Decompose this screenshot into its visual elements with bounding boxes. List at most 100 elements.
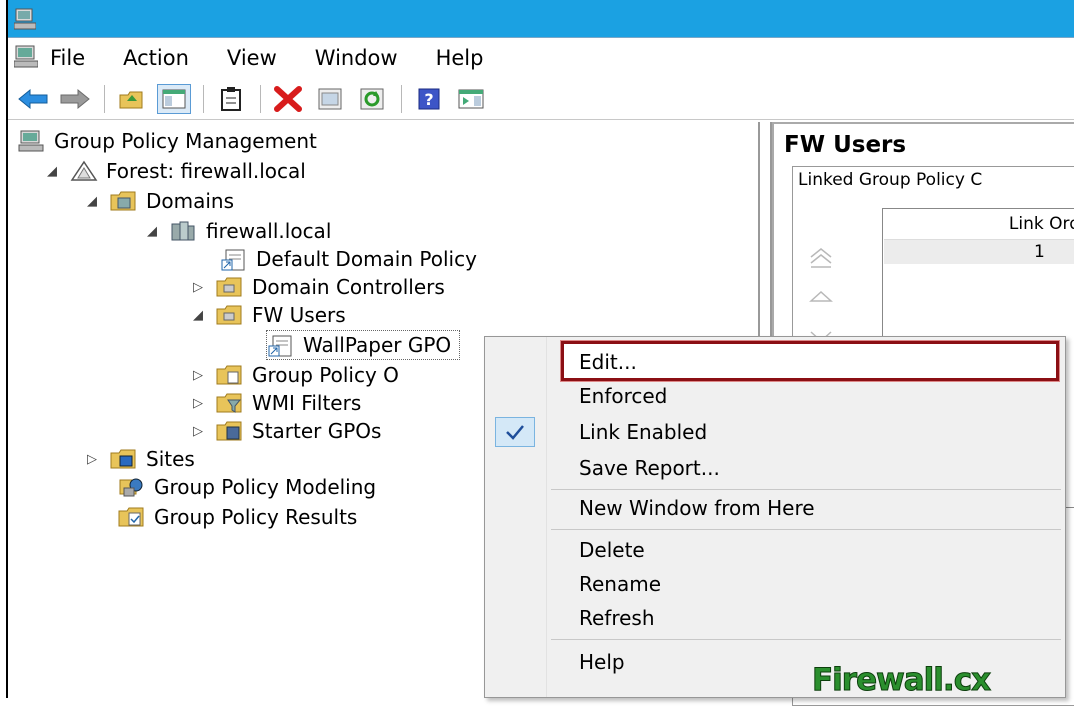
menu-item-delete[interactable]: Delete (485, 533, 1065, 567)
collapse-arrow-icon[interactable]: ◢ (144, 223, 160, 239)
menu-bar: File Action View Window Help (8, 38, 1074, 78)
watermark-logo: Firewall.cx (811, 662, 991, 699)
menu-separator (551, 639, 1061, 640)
menu-separator (551, 529, 1061, 530)
expand-arrow-icon[interactable]: ▷ (190, 423, 206, 439)
tree-label: Group Policy Results (154, 505, 358, 529)
gpm-app-icon (13, 7, 37, 35)
tree-item-wmi-filters[interactable]: ▷ WMI Filters (190, 388, 361, 418)
tree-label: FW Users (252, 303, 346, 327)
ou-folder-icon (216, 276, 242, 298)
toolbar-separator (401, 84, 402, 113)
menu-file[interactable]: File (50, 46, 85, 70)
help-icon[interactable]: ? (412, 84, 446, 114)
menu-item-label: New Window from Here (579, 496, 815, 520)
domains-folder-icon (110, 190, 136, 212)
collapse-arrow-icon[interactable]: ◢ (44, 163, 60, 179)
move-top-icon[interactable] (806, 246, 836, 270)
tree-label: WallPaper GPO (303, 333, 452, 357)
menu-window[interactable]: Window (315, 46, 398, 70)
menu-item-rename[interactable]: Rename (485, 567, 1065, 601)
tree-label: Forest: firewall.local (106, 159, 306, 183)
menu-item-label: Edit... (579, 350, 637, 374)
expand-arrow-icon[interactable]: ▷ (190, 279, 206, 295)
table-row[interactable]: 1 (884, 240, 1074, 264)
modeling-icon (118, 476, 144, 498)
results-icon (118, 506, 144, 528)
gpo-link-icon (220, 248, 246, 271)
tree-item-results[interactable]: Group Policy Results (118, 502, 357, 532)
tree-item-wallpaper-gpo[interactable]: WallPaper GPO (266, 330, 461, 360)
tree-item-domains[interactable]: ◢ Domains (84, 186, 234, 216)
collapse-arrow-icon[interactable]: ◢ (84, 193, 100, 209)
expand-arrow-icon[interactable]: ▷ (190, 367, 206, 383)
refresh-icon[interactable] (355, 84, 389, 114)
menu-item-label: Delete (579, 538, 645, 562)
collapse-arrow-icon[interactable]: ◢ (190, 307, 206, 323)
menu-item-edit[interactable]: Edit... (485, 345, 1065, 379)
tab-linked-gpos[interactable]: Linked Group Policy C (798, 170, 982, 190)
wmi-folder-icon (216, 392, 242, 414)
menu-item-label: Link Enabled (579, 420, 708, 444)
tree-item-group-policy-objects[interactable]: ▷ Group Policy O (190, 360, 399, 390)
delete-icon[interactable] (271, 84, 305, 114)
menu-view[interactable]: View (227, 46, 277, 70)
link-order-value: 1 (1034, 242, 1045, 262)
menu-action[interactable]: Action (123, 46, 189, 70)
tree-label: WMI Filters (252, 391, 362, 415)
starter-folder-icon (216, 420, 242, 442)
sites-folder-icon (110, 448, 136, 470)
tree-item-modeling[interactable]: Group Policy Modeling (118, 472, 376, 502)
tree-item-fw-users[interactable]: ◢ FW Users (190, 300, 346, 330)
menu-item-new-window[interactable]: New Window from Here (485, 491, 1065, 525)
menu-item-refresh[interactable]: Refresh (485, 601, 1065, 635)
toolbar: ? (8, 78, 1074, 120)
svg-text:?: ? (424, 90, 433, 109)
menu-help[interactable]: Help (436, 46, 484, 70)
tree-item-domain-controllers[interactable]: ▷ Domain Controllers (190, 272, 445, 302)
tree-label: Group Policy Management (54, 129, 317, 153)
menu-item-enforced[interactable]: Enforced (485, 379, 1065, 413)
action-pane-icon[interactable] (454, 84, 488, 114)
tree-label: Group Policy Modeling (154, 475, 377, 499)
menu-item-label: Rename (579, 572, 662, 596)
menu-item-save-report[interactable]: Save Report... (485, 451, 1065, 485)
expand-arrow-icon[interactable]: ▷ (84, 451, 100, 467)
forward-arrow-icon[interactable] (58, 84, 92, 114)
tree-label: firewall.local (206, 219, 332, 243)
menu-item-label: Refresh (579, 606, 655, 630)
toolbar-separator (260, 84, 261, 113)
clipboard-icon[interactable] (214, 84, 248, 114)
properties-icon[interactable] (313, 84, 347, 114)
tree-item-sites[interactable]: ▷ Sites (84, 444, 195, 474)
gpm-root-icon (18, 130, 44, 152)
console-icon[interactable] (13, 44, 39, 72)
tree-label: Domain Controllers (252, 275, 445, 299)
back-arrow-icon[interactable] (16, 84, 50, 114)
menu-item-label: Save Report... (579, 456, 720, 480)
pane-title: FW Users (784, 132, 907, 158)
tree-label: Domains (146, 189, 235, 213)
forest-icon (70, 160, 98, 182)
context-menu: Edit... Enforced Link Enabled Save Repor… (484, 336, 1066, 698)
column-header-link-order[interactable]: Link Ord (884, 214, 1074, 240)
up-folder-icon[interactable] (115, 84, 149, 114)
gpo-folder-icon (216, 364, 242, 386)
move-up-icon[interactable] (806, 284, 836, 308)
tree-item-starter-gpos[interactable]: ▷ Starter GPOs (190, 416, 381, 446)
tree-item-domain[interactable]: ◢ firewall.local (144, 216, 331, 246)
tree-label: Sites (146, 447, 195, 471)
menu-separator (551, 489, 1061, 490)
domain-icon (170, 220, 196, 242)
title-bar (8, 0, 1074, 38)
ou-folder-icon (216, 304, 242, 326)
tree-label: Group Policy O (252, 363, 399, 387)
gpo-link-icon (267, 334, 293, 357)
tree-item-default-domain-policy[interactable]: Default Domain Policy (220, 244, 477, 274)
menu-item-link-enabled[interactable]: Link Enabled (485, 415, 1065, 449)
toolbar-separator (104, 84, 105, 113)
tree-item-forest[interactable]: ◢ Forest: firewall.local (44, 156, 306, 186)
show-hide-tree-icon[interactable] (157, 83, 191, 114)
tree-item-root[interactable]: Group Policy Management (18, 126, 317, 156)
expand-arrow-icon[interactable]: ▷ (190, 395, 206, 411)
